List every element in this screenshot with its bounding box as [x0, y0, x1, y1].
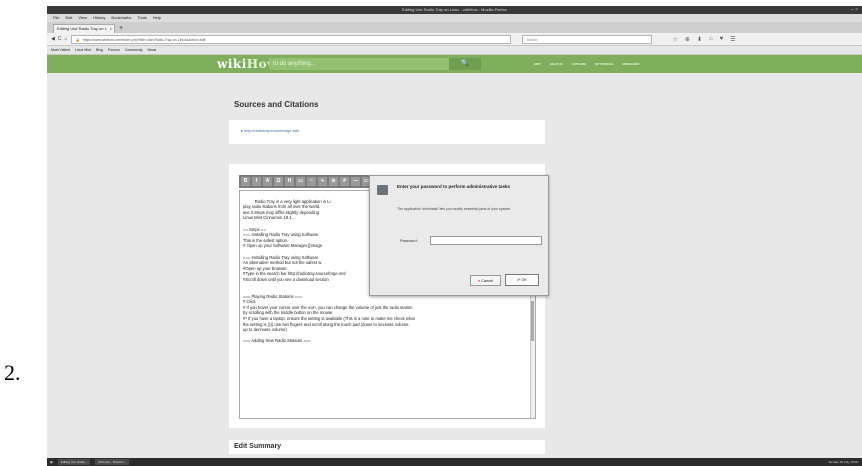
new-tab-button[interactable]: +	[119, 24, 123, 33]
cancel-label: Cancel	[481, 279, 494, 283]
nowiki-button[interactable]: ⊘	[329, 177, 338, 186]
url-text: https://www.wikihow.com/index.php?title=…	[82, 37, 206, 42]
menu-file[interactable]: File	[53, 14, 59, 22]
bookmark-linux-mint[interactable]: Linux Mint	[75, 46, 91, 54]
logo-wiki-text: wiki	[217, 57, 247, 71]
external-link-button[interactable]: Ω	[274, 177, 283, 186]
page: 2. Editing Use Radio Tray on Linux - wik…	[0, 0, 862, 466]
screenshot-frame: Editing Use Radio Tray on Linux - wikiHo…	[47, 6, 862, 466]
home-button-icon[interactable]: ⌂	[709, 36, 713, 43]
bookmark-blog[interactable]: Blog	[96, 46, 103, 54]
cancel-icon: ●	[477, 279, 481, 283]
bookmark-forums[interactable]: Forums	[108, 46, 120, 54]
signature-button[interactable]: #	[340, 177, 349, 186]
source-link[interactable]: ▸ http://radiotray.sourceforge.net/	[241, 128, 299, 133]
menu-icon[interactable]: ▣	[50, 460, 53, 464]
bookmark-most-visited[interactable]: Most Visited	[51, 46, 70, 54]
search-input[interactable]: Search	[521, 34, 652, 44]
sources-title: Sources and Citations	[234, 100, 319, 109]
hr-button[interactable]: —	[351, 177, 360, 186]
italic-button[interactable]: I	[252, 177, 261, 186]
image-button[interactable]: ▭	[296, 177, 305, 186]
check-icon: ✔	[517, 278, 521, 282]
lock-dialog-icon	[377, 185, 388, 195]
nav-my-profile[interactable]: MY PROFILE	[595, 55, 613, 73]
nav-messages[interactable]: MESSAGES	[622, 55, 639, 73]
bold-button[interactable]: B	[241, 177, 250, 186]
wikihow-header: wikiHow to do anything... 🔍 EDIT HELP US…	[47, 55, 862, 73]
window-controls[interactable]: – ×	[851, 6, 858, 14]
task-firefox[interactable]: Editing Use Radio...	[57, 459, 91, 465]
bookmark-community[interactable]: Community	[125, 46, 143, 54]
nav-explore[interactable]: EXPLORE	[572, 55, 586, 73]
ok-button[interactable]: ✔ OK	[505, 274, 539, 286]
url-bar[interactable]: 🔒 https://www.wikihow.com/index.php?titl…	[70, 34, 511, 44]
tab-label: Editing Use Radio Tray on L	[57, 26, 107, 31]
menu-help[interactable]: Help	[153, 14, 161, 22]
menu-bookmarks[interactable]: Bookmarks	[111, 14, 131, 22]
wikihow-search-button[interactable]: 🔍	[449, 58, 481, 70]
media-button[interactable]: ~	[307, 177, 316, 186]
edit-summary-title: Edit Summary	[234, 443, 282, 450]
cancel-button[interactable]: ●Cancel	[470, 275, 501, 286]
menu-edit[interactable]: Edit	[65, 14, 72, 22]
tab-close-icon[interactable]: ×	[110, 25, 112, 33]
navigation-bar: ◀ C ⌂ 🔒 https://www.wikihow.com/index.ph…	[47, 33, 862, 46]
heading-button[interactable]: H	[285, 177, 294, 186]
math-button[interactable]: ∿	[318, 177, 327, 186]
toolbar-icons: ☆ ⊕ ⬇ ⌂ ♥ ☰	[673, 36, 736, 43]
menu-history[interactable]: History	[93, 14, 105, 22]
reload-icon[interactable]: C	[58, 36, 62, 42]
bookmark-news[interactable]: News	[148, 46, 157, 54]
window-title: Editing Use Radio Tray on Linux - wikiHo…	[402, 7, 507, 12]
password-label: Password:	[400, 239, 418, 243]
hamburger-menu-icon[interactable]: ☰	[730, 36, 735, 43]
scrollbar-thumb[interactable]	[531, 301, 534, 341]
ok-label: OK	[521, 278, 527, 282]
home-icon[interactable]: ⌂	[64, 36, 67, 42]
step-number: 2.	[4, 360, 21, 385]
link-button[interactable]: A	[263, 177, 272, 186]
taskbar: ▣ Editing Use Radio... [Pictures - Brows…	[47, 458, 862, 466]
password-field[interactable]	[430, 236, 542, 245]
taskbar-clock: Sunday 18 July, 10:09	[828, 460, 858, 464]
menu-tools[interactable]: Tools	[137, 14, 146, 22]
auth-dialog: Enter your password to perform administr…	[369, 175, 549, 296]
bookmark-star-icon[interactable]: ☆	[673, 36, 678, 43]
bookmarks-bar: Most Visited Linux Mint Blog Forums Comm…	[47, 46, 862, 55]
tab-editing[interactable]: Editing Use Radio Tray on L ×	[53, 24, 115, 33]
nav-edit[interactable]: EDIT	[534, 55, 541, 73]
tab-bar: Editing Use Radio Tray on L × +	[47, 22, 862, 33]
back-icon[interactable]: ◀	[51, 36, 55, 42]
nav-help-us[interactable]: HELP US	[550, 55, 563, 73]
heart-icon[interactable]: ♥	[720, 36, 724, 43]
lock-icon: 🔒	[75, 37, 80, 42]
download-icon[interactable]: ⬇	[697, 36, 702, 43]
window-titlebar: Editing Use Radio Tray on Linux - wikiHo…	[47, 6, 862, 14]
menu-view[interactable]: View	[78, 14, 87, 22]
pocket-icon[interactable]: ⊕	[685, 36, 690, 43]
task-pictures[interactable]: [Pictures - Browsin...	[95, 459, 129, 465]
menu-bar: File Edit View History Bookmarks Tools H…	[47, 14, 862, 22]
wikihow-nav: EDIT HELP US EXPLORE MY PROFILE MESSAGES	[534, 55, 639, 73]
wikihow-search-input[interactable]: to do anything...	[269, 58, 449, 70]
dialog-body: The application 'mintinstall' lets you m…	[397, 207, 512, 211]
sources-box: ▸ http://radiotray.sourceforge.net/	[229, 120, 545, 144]
dialog-title: Enter your password to perform administr…	[397, 184, 511, 189]
edit-summary-card: Edit Summary	[229, 440, 545, 454]
